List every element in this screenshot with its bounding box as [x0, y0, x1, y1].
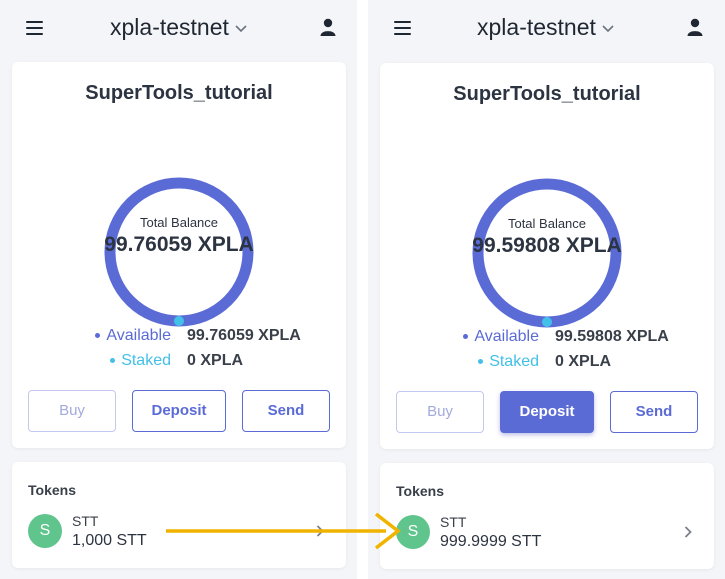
token-row-stt[interactable]: S STT 999.9999 STT	[380, 507, 714, 559]
deposit-button[interactable]: Deposit	[500, 391, 594, 433]
user-icon[interactable]	[687, 18, 703, 36]
buy-button[interactable]: Buy	[396, 391, 484, 433]
staked-value: 0 XPLA	[187, 352, 244, 369]
tokens-card: Tokens S STT 999.9999 STT	[380, 463, 714, 569]
staked-dot-icon	[478, 359, 484, 365]
network-name: xpla-testnet	[110, 14, 229, 40]
wallet-panel-after: xpla-testnet SuperTools_tutorial Total B…	[368, 0, 725, 579]
top-bar: xpla-testnet	[368, 0, 725, 56]
tokens-title: Tokens	[396, 483, 444, 499]
available-label: Available	[474, 328, 539, 345]
tokens-card: Tokens S STT 1,000 STT	[12, 462, 346, 568]
total-balance-value: 99.76059 XPLA	[104, 233, 254, 256]
token-symbol: STT	[440, 514, 467, 530]
staked-value: 0 XPLA	[555, 353, 612, 370]
available-value: 99.76059 XPLA	[187, 327, 301, 344]
chevron-right-icon	[684, 526, 692, 538]
available-label: Available	[106, 327, 171, 344]
top-bar: xpla-testnet	[0, 0, 357, 56]
total-balance-label: Total Balance	[139, 215, 219, 230]
wallet-name: SuperTools_tutorial	[453, 83, 641, 105]
menu-icon[interactable]	[26, 21, 43, 35]
staked-label: Staked	[489, 353, 539, 370]
token-avatar: S	[28, 514, 62, 548]
chevron-down-icon	[602, 25, 614, 33]
user-icon[interactable]	[320, 18, 336, 36]
token-avatar: S	[396, 515, 430, 549]
chevron-down-icon	[235, 25, 247, 33]
send-button[interactable]: Send	[242, 390, 330, 432]
balance-card: SuperTools_tutorial Total Balance 99.760…	[12, 62, 346, 448]
network-selector[interactable]: xpla-testnet	[110, 14, 247, 41]
balance-card: SuperTools_tutorial Total Balance 99.598…	[380, 63, 714, 449]
send-button[interactable]: Send	[610, 391, 698, 433]
staked-label: Staked	[121, 352, 171, 369]
available-dot-icon	[463, 334, 469, 340]
token-amount: 999.9999 STT	[440, 533, 542, 550]
deposit-button[interactable]: Deposit	[132, 390, 226, 432]
staked-dot-icon	[110, 358, 116, 364]
network-selector[interactable]: xpla-testnet	[477, 14, 614, 41]
wallet-panel-before: xpla-testnet SuperTools_tutorial Total B…	[0, 0, 357, 579]
available-dot-icon	[95, 333, 101, 339]
wallet-name: SuperTools_tutorial	[85, 82, 273, 104]
menu-icon[interactable]	[394, 21, 411, 35]
total-balance-label: Total Balance	[507, 216, 587, 231]
available-value: 99.59808 XPLA	[555, 328, 669, 345]
total-balance-value: 99.59808 XPLA	[472, 234, 622, 257]
buy-button[interactable]: Buy	[28, 390, 116, 432]
token-amount: 1,000 STT	[72, 532, 147, 549]
token-symbol: STT	[72, 513, 99, 529]
network-name: xpla-testnet	[477, 14, 596, 40]
token-row-stt[interactable]: S STT 1,000 STT	[12, 506, 346, 558]
tokens-title: Tokens	[28, 482, 76, 498]
chevron-right-icon	[316, 525, 324, 537]
